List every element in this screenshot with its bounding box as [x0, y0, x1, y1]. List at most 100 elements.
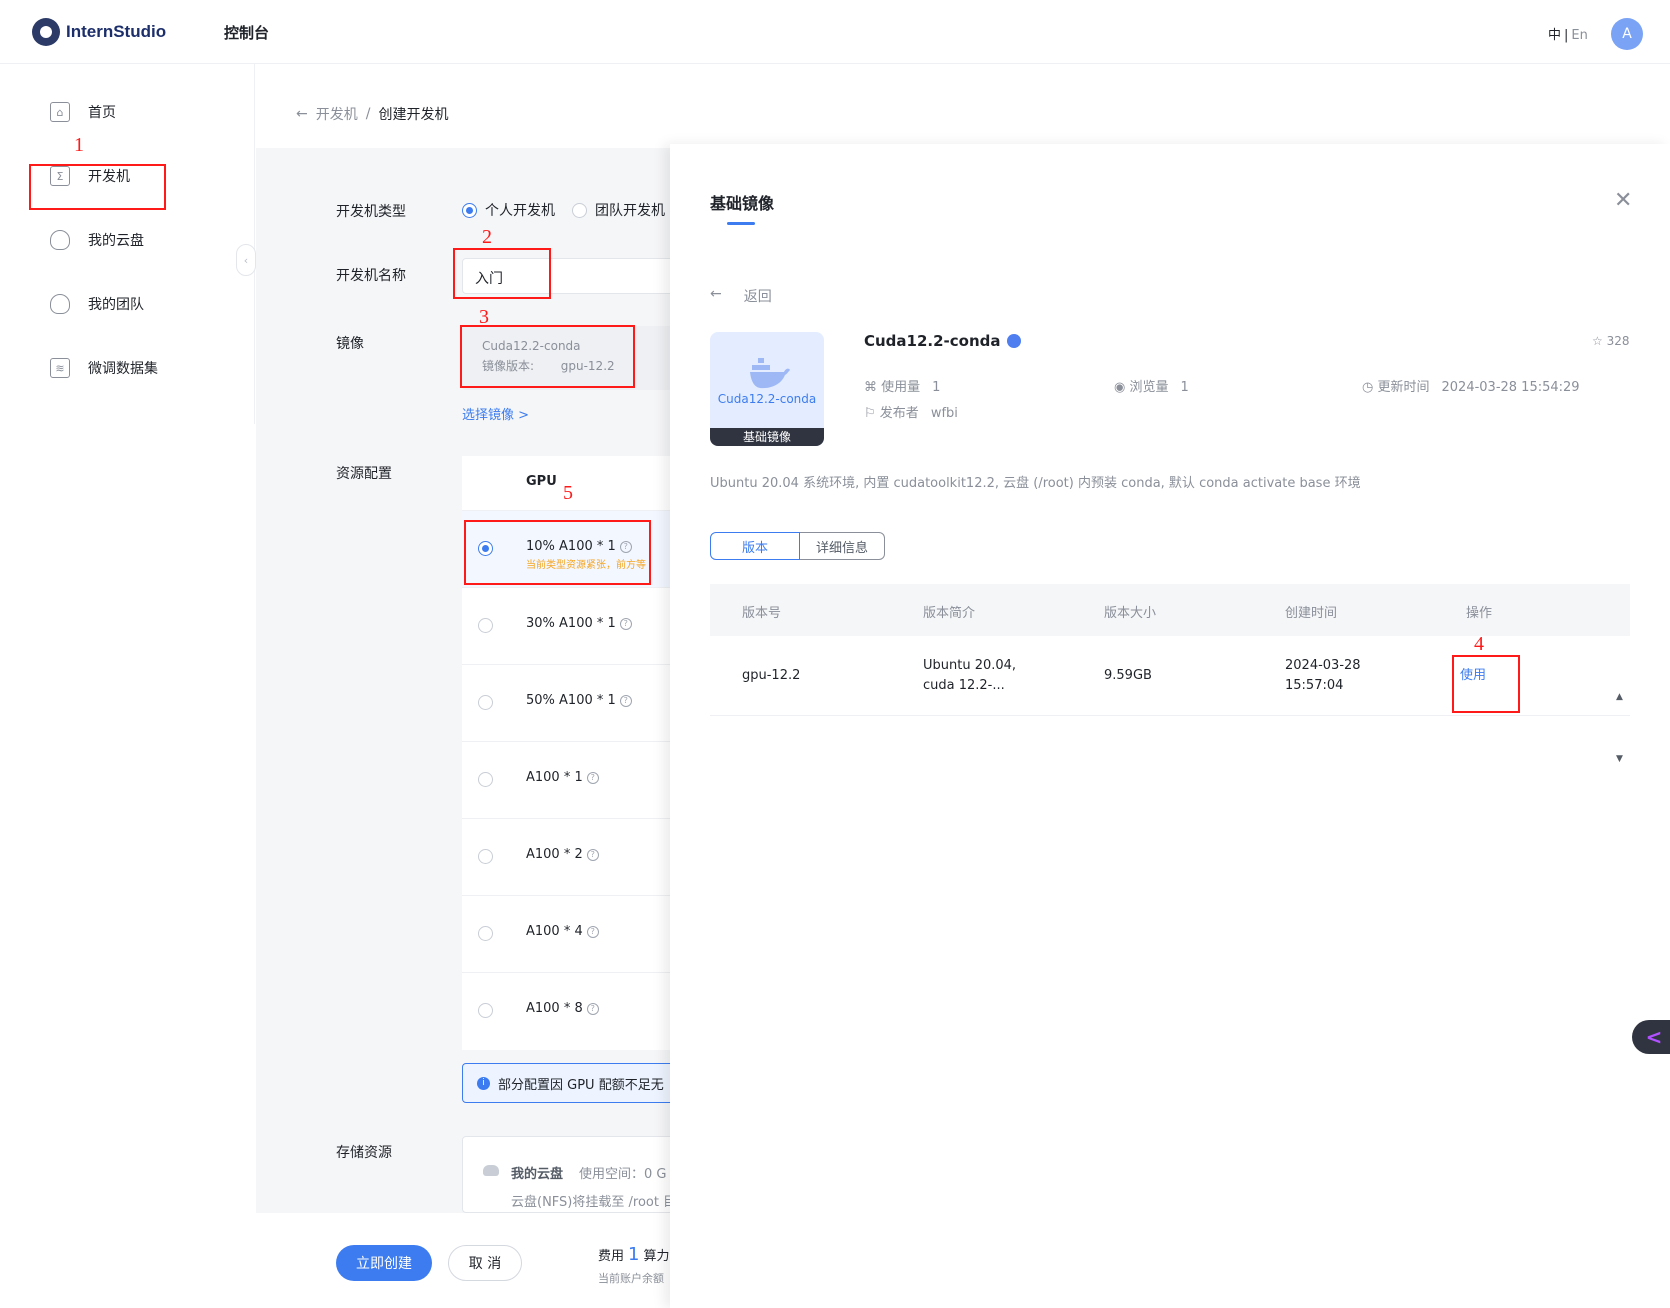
radio-icon[interactable]: [478, 772, 493, 787]
gpu-option[interactable]: A100 * 8?: [462, 972, 670, 1049]
updated-meta: ◷ 更新时间 2024-03-28 15:54:29: [1362, 380, 1580, 395]
back-label[interactable]: 返回: [744, 286, 772, 306]
annotation-box-4: [1452, 655, 1520, 713]
radio-icon[interactable]: [478, 695, 493, 710]
cell-created: 2024-03-28 15:57:04: [1285, 658, 1361, 693]
docker-whale-icon: [750, 358, 790, 389]
image-thumbnail: Cuda12.2-conda 基础镜像: [710, 332, 824, 446]
balance-text: 当前账户余额: [598, 1272, 664, 1285]
cell-version: gpu-12.2: [742, 668, 801, 683]
radio-icon[interactable]: [478, 849, 493, 864]
updated-value: 2024-03-28 15:54:29: [1441, 380, 1580, 395]
fee-unit: 算力: [643, 1249, 670, 1264]
views-meta: ◉ 浏览量 1: [1114, 380, 1189, 395]
help-icon[interactable]: ?: [586, 771, 599, 784]
gpu-option[interactable]: A100 * 4?: [462, 895, 670, 972]
back-arrow-icon[interactable]: ←: [710, 286, 722, 306]
gpu-option[interactable]: A100 * 2?: [462, 818, 670, 895]
cancel-button[interactable]: 取 消: [448, 1245, 522, 1281]
gpu-option-label: A100 * 1?: [526, 770, 599, 785]
select-image-link[interactable]: 选择镜像 >: [462, 404, 529, 423]
storage-summary: 我的云盘 使用空间：0 G: [511, 1163, 667, 1182]
gpu-option-label: A100 * 8?: [526, 1001, 599, 1016]
gpu-option[interactable]: 30% A100 * 1?: [462, 587, 670, 664]
image-label: 镜像: [336, 336, 364, 352]
scroll-down-arrow-icon[interactable]: ▼: [1616, 754, 1623, 764]
back-link[interactable]: ← 返回: [710, 286, 772, 306]
radio-icon[interactable]: [478, 618, 493, 633]
views-value: 1: [1180, 380, 1189, 395]
drawer-title: 基础镜像: [710, 194, 775, 213]
floating-assistant-icon[interactable]: <: [1632, 1020, 1670, 1054]
quota-info-alert: i 部分配置因 GPU 配额不足无: [462, 1063, 670, 1103]
machine-type-label: 开发机类型: [336, 204, 406, 220]
detail-tabs: 版本 详细信息: [710, 532, 885, 560]
fee-label: 费用: [598, 1249, 625, 1264]
annotation-box-5: [464, 520, 651, 585]
cell-intro: Ubuntu 20.04, cuda 12.2-...: [923, 658, 1017, 693]
annotation-number-1: 1: [74, 134, 84, 156]
official-badge-icon: [1006, 334, 1021, 348]
tab-versions[interactable]: 版本: [710, 532, 800, 560]
annotation-number-5: 5: [563, 482, 573, 504]
publisher-value: wfbi: [930, 406, 958, 421]
usage-meta: ⌘ 使用量 1: [864, 380, 941, 395]
table-header: 版本号 版本简介 版本大小 创建时间 操作: [710, 584, 1630, 636]
image-title: Cuda12.2-conda: [864, 332, 1021, 350]
lang-separator: |: [1564, 28, 1569, 43]
gpu-option-label: 30% A100 * 1?: [526, 616, 632, 631]
radio-icon[interactable]: [478, 1003, 493, 1018]
thumbnail-caption: Cuda12.2-conda: [717, 392, 817, 406]
lang-en[interactable]: En: [1571, 28, 1587, 43]
gpu-option[interactable]: A100 * 1?: [462, 741, 670, 818]
close-icon[interactable]: ✕: [1614, 190, 1632, 212]
fee-display: 费用 1 算力: [598, 1244, 669, 1265]
image-name: Cuda12.2-conda: [864, 332, 1001, 350]
annotation-number-2: 2: [482, 226, 492, 248]
avatar[interactable]: A: [1611, 18, 1643, 50]
info-icon: i: [477, 1076, 490, 1090]
scroll-up-arrow-icon[interactable]: ▲: [1616, 692, 1623, 702]
star-value: 328: [1606, 334, 1630, 348]
type-option-personal[interactable]: 个人开发机: [462, 200, 555, 220]
gpu-option-label: A100 * 2?: [526, 847, 599, 862]
column-header: 版本大小: [1104, 606, 1157, 621]
lang-zh[interactable]: 中: [1548, 28, 1561, 43]
storage-label: 存储资源: [336, 1145, 392, 1161]
column-header: 创建时间: [1285, 606, 1338, 621]
column-header: 操作: [1466, 606, 1493, 621]
storage-title: 我的云盘: [511, 1167, 564, 1182]
tab-details[interactable]: 详细信息: [800, 532, 885, 560]
help-icon[interactable]: ?: [586, 848, 599, 861]
storage-mount-note: 云盘(NFS)将挂载至 /root 目: [511, 1195, 670, 1210]
publisher-meta: ⚐ 发布者 wfbi: [864, 406, 958, 421]
usage-value: 1: [932, 380, 941, 395]
create-button[interactable]: 立即创建: [336, 1245, 432, 1281]
annotation-number-4: 4: [1474, 633, 1484, 655]
help-icon[interactable]: ?: [619, 694, 632, 707]
image-description: Ubuntu 20.04 系统环境, 内置 cudatoolkit12.2, 云…: [710, 476, 1361, 491]
help-icon[interactable]: ?: [619, 617, 632, 630]
help-icon[interactable]: ?: [586, 925, 599, 938]
annotation-box-2: [453, 248, 551, 299]
gpu-header: GPU: [526, 474, 557, 489]
gpu-option-label: A100 * 4?: [526, 924, 599, 939]
machine-name-label: 开发机名称: [336, 268, 406, 284]
fee-value: 1: [628, 1244, 640, 1265]
gpu-option[interactable]: 50% A100 * 1?: [462, 664, 670, 741]
cell-size: 9.59GB: [1104, 668, 1152, 683]
storage-card: 我的云盘 使用空间：0 G 云盘(NFS)将挂载至 /root 目: [462, 1136, 670, 1213]
radio-icon[interactable]: [478, 926, 493, 941]
radio-selected-icon[interactable]: [462, 202, 477, 218]
help-icon[interactable]: ?: [586, 1002, 599, 1015]
quota-info-text: 部分配置因 GPU 配额不足无: [498, 1077, 664, 1093]
storage-usage: 使用空间：0 G: [579, 1167, 667, 1182]
type-option-team[interactable]: 团队开发机: [572, 200, 665, 220]
radio-icon[interactable]: [572, 202, 587, 218]
annotation-box-1: [29, 164, 166, 210]
column-header: 版本简介: [923, 606, 976, 621]
type-option-label: 团队开发机: [595, 203, 665, 219]
star-count[interactable]: ☆ 328: [1592, 334, 1629, 348]
base-image-drawer: 基础镜像 ✕ ← 返回 Cuda12.2-conda 基础镜像 Cuda12.2…: [670, 144, 1670, 1308]
language-switch[interactable]: 中 | En: [1548, 24, 1588, 43]
